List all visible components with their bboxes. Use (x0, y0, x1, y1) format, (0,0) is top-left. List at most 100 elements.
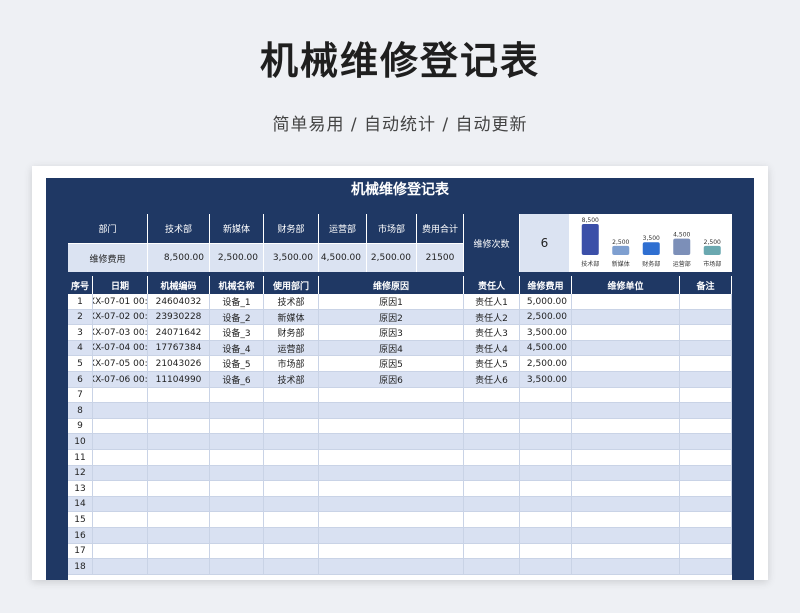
cell-reason[interactable] (319, 450, 464, 465)
cell-seq[interactable]: 12 (68, 465, 93, 481)
cell-dept[interactable] (264, 559, 319, 575)
cell-remark[interactable] (680, 325, 732, 341)
cell-date[interactable]: XX-07-01 00:00 (93, 294, 148, 309)
cell-seq[interactable]: 6 (68, 372, 93, 387)
cell-reason[interactable] (319, 559, 464, 575)
cell-date[interactable] (93, 528, 148, 543)
column-header-machine-code[interactable]: 机械编码 (148, 276, 210, 294)
cell-seq[interactable]: 13 (68, 481, 93, 497)
cell-date[interactable] (93, 481, 148, 497)
cell-seq[interactable]: 11 (68, 450, 93, 465)
cell-date[interactable]: XX-07-02 00:00 (93, 309, 148, 325)
cell-owner[interactable] (464, 465, 520, 481)
column-header-reason[interactable]: 维修原因 (319, 276, 464, 294)
cell-reason[interactable]: 原因2 (319, 309, 464, 325)
cell-date[interactable] (93, 434, 148, 450)
cell-cost[interactable] (520, 403, 572, 419)
cell-machine-code[interactable] (148, 481, 210, 497)
column-header-dept[interactable]: 使用部门 (264, 276, 319, 294)
cell-machine-name[interactable] (210, 481, 264, 497)
cell-reason[interactable] (319, 481, 464, 497)
cell-seq[interactable]: 4 (68, 340, 93, 356)
cell-date[interactable] (93, 512, 148, 528)
cell-reason[interactable]: 原因6 (319, 372, 464, 387)
cell-cost[interactable]: 2,500.00 (520, 356, 572, 372)
cell-machine-name[interactable]: 设备_3 (210, 325, 264, 341)
cell-repair-unit[interactable] (572, 294, 680, 309)
cell-machine-code[interactable]: 24604032 (148, 294, 210, 309)
cell-dept[interactable] (264, 434, 319, 450)
cell-dept[interactable] (264, 465, 319, 481)
cell-machine-name[interactable] (210, 450, 264, 465)
cell-seq[interactable]: 10 (68, 434, 93, 450)
cell-repair-unit[interactable] (572, 496, 680, 512)
cell-remark[interactable] (680, 309, 732, 325)
cell-machine-name[interactable]: 设备_4 (210, 340, 264, 356)
cell-dept[interactable]: 运营部 (264, 340, 319, 356)
cell-reason[interactable] (319, 543, 464, 559)
cell-seq[interactable]: 1 (68, 294, 93, 309)
cell-machine-code[interactable]: 23930228 (148, 309, 210, 325)
cell-seq[interactable]: 9 (68, 418, 93, 434)
cell-repair-unit[interactable] (572, 340, 680, 356)
cell-cost[interactable] (520, 418, 572, 434)
cell-seq[interactable]: 2 (68, 309, 93, 325)
cell-dept[interactable] (264, 496, 319, 512)
cell-owner[interactable]: 责任人5 (464, 356, 520, 372)
column-header-repair-unit[interactable]: 维修单位 (572, 276, 680, 294)
cell-dept[interactable]: 技术部 (264, 372, 319, 387)
cell-remark[interactable] (680, 512, 732, 528)
cell-owner[interactable]: 责任人4 (464, 340, 520, 356)
cell-cost[interactable] (520, 387, 572, 403)
cell-cost[interactable]: 4,500.00 (520, 340, 572, 356)
cell-date[interactable]: XX-07-03 00:00 (93, 325, 148, 341)
cell-repair-unit[interactable] (572, 481, 680, 497)
cell-reason[interactable]: 原因5 (319, 356, 464, 372)
dept-cost[interactable]: 2,500.00 (367, 243, 417, 272)
cell-cost[interactable] (520, 559, 572, 575)
cell-seq[interactable]: 14 (68, 496, 93, 512)
cell-repair-unit[interactable] (572, 309, 680, 325)
cell-machine-name[interactable]: 设备_6 (210, 372, 264, 387)
cell-date[interactable] (93, 450, 148, 465)
cell-machine-code[interactable] (148, 387, 210, 403)
cell-seq[interactable]: 16 (68, 528, 93, 543)
cell-date[interactable] (93, 543, 148, 559)
bar-市场部[interactable] (703, 245, 721, 255)
cell-remark[interactable] (680, 543, 732, 559)
cell-remark[interactable] (680, 356, 732, 372)
cell-owner[interactable] (464, 528, 520, 543)
cell-owner[interactable] (464, 450, 520, 465)
cell-cost[interactable]: 5,000.00 (520, 294, 572, 309)
cell-remark[interactable] (680, 403, 732, 419)
cell-dept[interactable] (264, 481, 319, 497)
cell-dept[interactable] (264, 528, 319, 543)
cell-date[interactable] (93, 465, 148, 481)
cell-reason[interactable]: 原因4 (319, 340, 464, 356)
cell-cost[interactable]: 3,500.00 (520, 325, 572, 341)
cell-owner[interactable]: 责任人3 (464, 325, 520, 341)
cell-machine-name[interactable] (210, 528, 264, 543)
column-header-seq[interactable]: 序号 (68, 276, 93, 294)
cell-machine-code[interactable] (148, 512, 210, 528)
cell-owner[interactable] (464, 403, 520, 419)
bar-财务部[interactable] (642, 242, 660, 255)
cell-remark[interactable] (680, 418, 732, 434)
cell-date[interactable] (93, 496, 148, 512)
cell-remark[interactable] (680, 559, 732, 575)
total-value[interactable]: 21500 (417, 243, 464, 272)
cell-machine-name[interactable] (210, 512, 264, 528)
cell-seq[interactable]: 15 (68, 512, 93, 528)
column-header-machine-name[interactable]: 机械名称 (210, 276, 264, 294)
cell-reason[interactable] (319, 434, 464, 450)
dept-cost[interactable]: 2,500.00 (210, 243, 264, 272)
cell-machine-name[interactable] (210, 559, 264, 575)
cell-date[interactable] (93, 403, 148, 419)
cell-cost[interactable] (520, 512, 572, 528)
cell-repair-unit[interactable] (572, 543, 680, 559)
cell-reason[interactable] (319, 512, 464, 528)
cell-reason[interactable] (319, 418, 464, 434)
cell-repair-unit[interactable] (572, 528, 680, 543)
cell-machine-name[interactable] (210, 434, 264, 450)
bar-新媒体[interactable] (612, 245, 630, 255)
